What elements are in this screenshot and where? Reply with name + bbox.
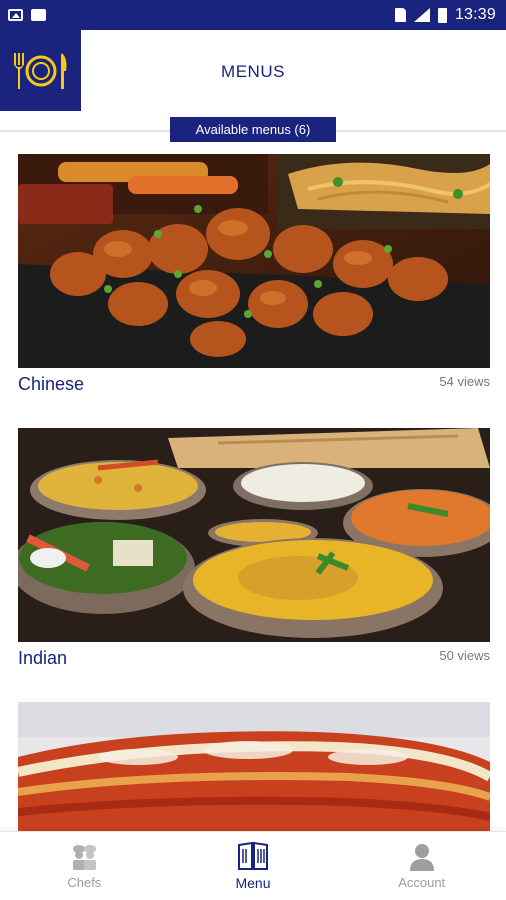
bottom-navigation: Chefs Menu Account bbox=[0, 831, 506, 900]
nav-label-menu: Menu bbox=[235, 875, 271, 891]
status-left-icons bbox=[8, 9, 46, 21]
menu-views: 50 views bbox=[439, 648, 490, 663]
person-icon bbox=[409, 843, 434, 871]
status-bar: 13:39 bbox=[0, 0, 506, 30]
signal-icon bbox=[413, 8, 430, 22]
available-menus-badge: Available menus (6) bbox=[170, 117, 336, 142]
nav-label-account: Account bbox=[398, 874, 446, 890]
chef-icon bbox=[73, 844, 97, 870]
lasagna-food-image bbox=[18, 702, 490, 831]
menu-views: 54 views bbox=[439, 374, 490, 389]
menu-name[interactable]: Indian bbox=[18, 648, 67, 669]
nav-label-chefs: Chefs bbox=[67, 874, 102, 890]
status-right-icons: 13:39 bbox=[394, 6, 496, 24]
menu-card-indian[interactable]: Indian 50 views bbox=[18, 428, 490, 676]
menu-name[interactable]: Chinese bbox=[18, 374, 84, 395]
menu-book-icon bbox=[238, 841, 268, 870]
nav-item-account[interactable]: Account bbox=[337, 832, 506, 900]
menu-photo-chinese[interactable] bbox=[18, 154, 490, 368]
indian-food-image bbox=[18, 428, 490, 642]
status-time: 13:39 bbox=[454, 6, 496, 23]
page-title: MENUS bbox=[221, 62, 285, 81]
message-icon bbox=[31, 9, 46, 21]
image-icon bbox=[8, 9, 23, 21]
menu-meta-indian: Indian 50 views bbox=[18, 642, 490, 676]
sim-icon bbox=[394, 8, 406, 22]
nav-item-menu[interactable]: Menu bbox=[169, 832, 338, 900]
menu-card-third[interactable] bbox=[18, 702, 490, 831]
menu-meta-chinese: Chinese 54 views bbox=[18, 368, 490, 402]
menu-card-chinese[interactable]: Chinese 54 views bbox=[18, 154, 490, 402]
menu-photo-third[interactable] bbox=[18, 702, 490, 831]
chinese-food-image bbox=[18, 154, 490, 368]
nav-item-chefs[interactable]: Chefs bbox=[0, 832, 169, 900]
app-header: MENUS bbox=[0, 30, 506, 112]
menu-photo-indian[interactable] bbox=[18, 428, 490, 642]
battery-icon bbox=[437, 7, 447, 23]
